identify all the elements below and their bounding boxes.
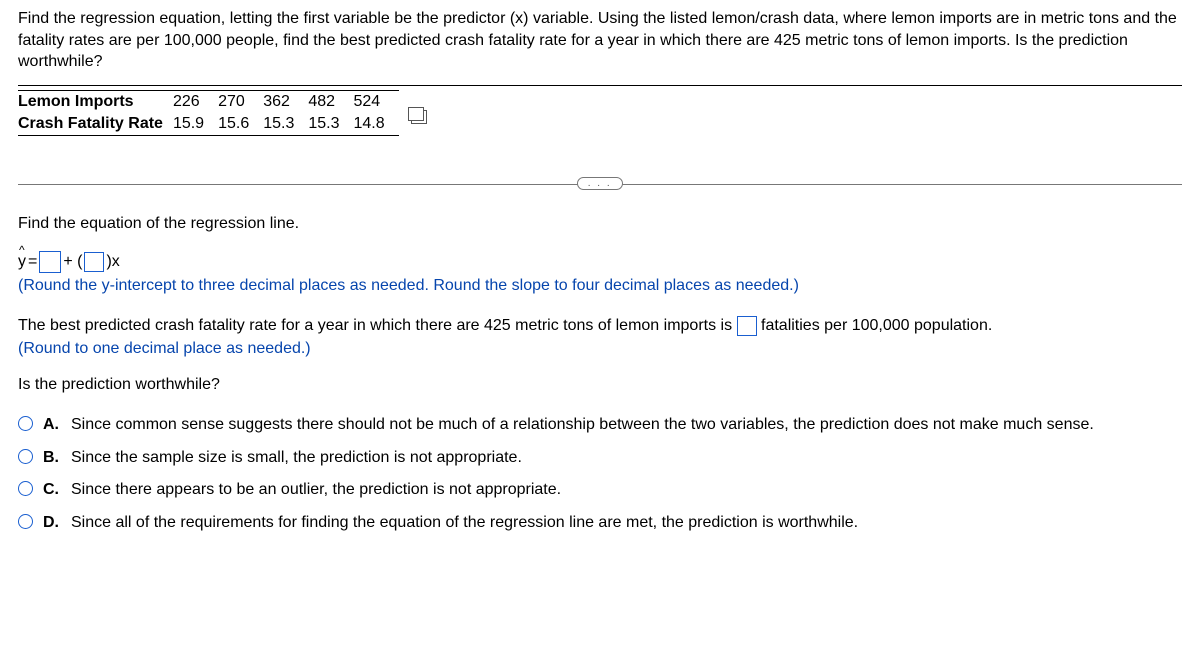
data-table-container: Lemon Imports 226 270 362 482 524 Crash … <box>18 85 1182 144</box>
prediction-text-after: fatalities per 100,000 population. <box>761 317 992 334</box>
option-text: Since common sense suggests there should… <box>71 414 1182 436</box>
cell: 15.6 <box>218 113 263 136</box>
option-d: D. Since all of the requirements for fin… <box>18 512 1182 534</box>
cell: 524 <box>354 90 399 113</box>
row-label: Crash Fatality Rate <box>18 113 173 136</box>
worthwhile-section: Is the prediction worthwhile? <box>18 376 1182 394</box>
radio-a[interactable] <box>18 416 33 431</box>
prediction-section: The best predicted crash fatality rate f… <box>18 313 1182 359</box>
close-paren-x: )x <box>106 253 119 271</box>
option-letter: A. <box>43 414 61 436</box>
options-group: A. Since common sense suggests there sho… <box>18 414 1182 534</box>
plus-open-paren: + ( <box>63 253 82 271</box>
worthwhile-prompt: Is the prediction worthwhile? <box>18 376 1182 394</box>
option-text: Since there appears to be an outlier, th… <box>71 479 1182 501</box>
hat-caret: ^ <box>19 243 25 257</box>
equation-line: ^ y = + ( )x <box>18 251 1182 273</box>
row-label: Lemon Imports <box>18 90 173 113</box>
data-table: Lemon Imports 226 270 362 482 524 Crash … <box>18 90 399 136</box>
sub-prompt: Find the equation of the regression line… <box>18 215 1182 233</box>
cell: 15.3 <box>308 113 353 136</box>
option-letter: D. <box>43 512 61 534</box>
option-text: Since the sample size is small, the pred… <box>71 447 1182 469</box>
cell: 15.9 <box>173 113 218 136</box>
option-letter: C. <box>43 479 61 501</box>
intercept-input[interactable] <box>39 251 61 273</box>
table-row: Lemon Imports 226 270 362 482 524 <box>18 90 399 113</box>
cell: 270 <box>218 90 263 113</box>
prediction-text-before: The best predicted crash fatality rate f… <box>18 317 737 334</box>
equals-sign: = <box>28 253 37 271</box>
radio-b[interactable] <box>18 449 33 464</box>
prediction-input[interactable] <box>737 316 757 336</box>
y-hat-symbol: ^ y <box>18 253 26 271</box>
rounding-hint-2: (Round to one decimal place as needed.) <box>18 340 1182 358</box>
table-row: Crash Fatality Rate 15.9 15.6 15.3 15.3 … <box>18 113 399 136</box>
cell: 226 <box>173 90 218 113</box>
rounding-hint: (Round the y-intercept to three decimal … <box>18 277 1182 295</box>
cell: 482 <box>308 90 353 113</box>
option-text: Since all of the requirements for findin… <box>71 512 1182 534</box>
cell: 14.8 <box>354 113 399 136</box>
cell: 362 <box>263 90 308 113</box>
expand-dots-button[interactable]: . . . <box>577 177 623 190</box>
option-letter: B. <box>43 447 61 469</box>
cell: 15.3 <box>263 113 308 136</box>
question-text: Find the regression equation, letting th… <box>18 8 1182 73</box>
radio-c[interactable] <box>18 481 33 496</box>
section-divider: . . . <box>18 184 1182 185</box>
copy-table-icon[interactable] <box>411 110 427 124</box>
slope-input[interactable] <box>84 252 104 272</box>
option-a: A. Since common sense suggests there sho… <box>18 414 1182 436</box>
regression-equation-section: Find the equation of the regression line… <box>18 215 1182 295</box>
option-c: C. Since there appears to be an outlier,… <box>18 479 1182 501</box>
option-b: B. Since the sample size is small, the p… <box>18 447 1182 469</box>
radio-d[interactable] <box>18 514 33 529</box>
